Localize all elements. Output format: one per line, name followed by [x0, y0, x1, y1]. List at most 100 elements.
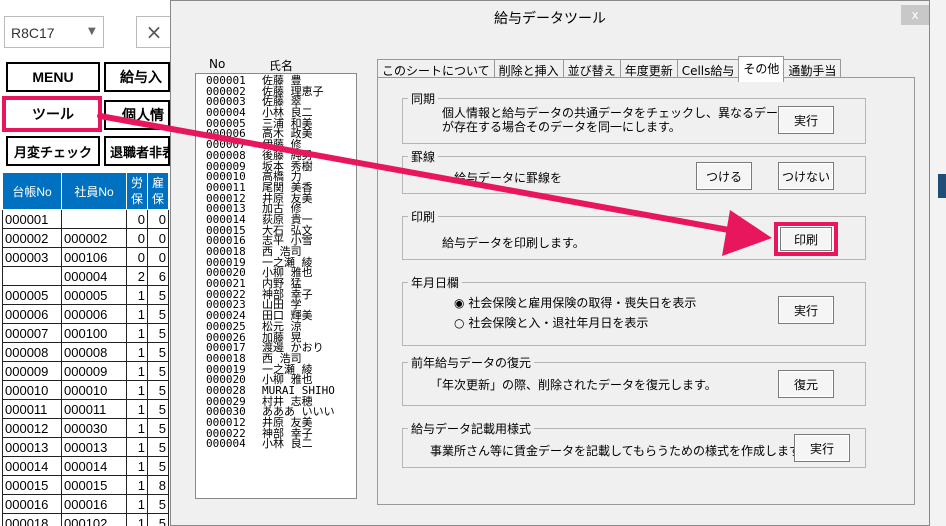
- border-on-button[interactable]: つける: [696, 162, 752, 190]
- tool-button[interactable]: ツール: [10, 101, 96, 127]
- cell-employee-no[interactable]: 000102: [61, 513, 127, 526]
- cell-employee-no[interactable]: 000011: [61, 399, 127, 419]
- cell-labor-insurance[interactable]: 1: [126, 513, 148, 526]
- form-run-button[interactable]: 実行: [794, 434, 850, 462]
- cell-employment-insurance[interactable]: 0: [147, 247, 169, 267]
- restore-button[interactable]: 復元: [778, 370, 834, 398]
- cell-labor-insurance[interactable]: 1: [126, 418, 148, 438]
- cell-labor-insurance[interactable]: 1: [126, 494, 148, 514]
- cell-employment-insurance[interactable]: 5: [147, 342, 169, 362]
- tab-other[interactable]: その他: [738, 56, 785, 82]
- table-row[interactable]: 000002 000002 0 0: [2, 228, 169, 248]
- date-run-button[interactable]: 実行: [778, 296, 834, 324]
- print-button[interactable]: 印刷: [780, 227, 832, 251]
- cell-ledger-no[interactable]: 000006: [2, 304, 62, 324]
- cell-labor-insurance[interactable]: 1: [126, 285, 148, 305]
- table-row[interactable]: 000010 000010 1 5: [2, 380, 169, 400]
- table-row[interactable]: 000007 000100 1 5: [2, 323, 169, 343]
- cell-ledger-no[interactable]: 000011: [2, 399, 62, 419]
- cell-employment-insurance[interactable]: 0: [147, 228, 169, 248]
- chevron-down-icon[interactable]: ▼: [88, 26, 96, 37]
- table-row[interactable]: 000001 0 0: [2, 209, 169, 229]
- cell-labor-insurance[interactable]: 2: [126, 266, 148, 286]
- radio-selected-icon[interactable]: ◉: [454, 296, 464, 310]
- cell-employee-no[interactable]: 000009: [61, 361, 127, 381]
- cell-ledger-no[interactable]: 000005: [2, 285, 62, 305]
- table-row[interactable]: 000008 000008 1 5: [2, 342, 169, 362]
- cell-labor-insurance[interactable]: 1: [126, 456, 148, 476]
- cell-employee-no[interactable]: 000015: [61, 475, 127, 495]
- list-item[interactable]: 000004 小林 良二: [206, 438, 356, 450]
- cell-ledger-no[interactable]: 000014: [2, 456, 62, 476]
- cell-ledger-no[interactable]: 000010: [2, 380, 62, 400]
- cell-labor-insurance[interactable]: 1: [126, 399, 148, 419]
- cell-employee-no[interactable]: 000006: [61, 304, 127, 324]
- cell-employee-no[interactable]: 000002: [61, 228, 127, 248]
- cell-labor-insurance[interactable]: 1: [126, 361, 148, 381]
- cell-ledger-no[interactable]: 000002: [2, 228, 62, 248]
- cell-employee-no[interactable]: 000010: [61, 380, 127, 400]
- cell-ledger-no[interactable]: 000016: [2, 494, 62, 514]
- table-row[interactable]: 000014 000014 1 5: [2, 456, 169, 476]
- cell-ledger-no[interactable]: 000007: [2, 323, 62, 343]
- cell-labor-insurance[interactable]: 1: [126, 437, 148, 457]
- cell-employee-no[interactable]: 000100: [61, 323, 127, 343]
- sync-run-button[interactable]: 実行: [778, 106, 834, 134]
- cell-employment-insurance[interactable]: 0: [147, 209, 169, 229]
- cell-employee-no[interactable]: 000008: [61, 342, 127, 362]
- table-row[interactable]: 000018 000102 1 5: [2, 513, 169, 526]
- cell-ledger-no[interactable]: [2, 266, 62, 286]
- cell-employment-insurance[interactable]: 5: [147, 418, 169, 438]
- salary-input-button[interactable]: 給与入: [104, 62, 170, 92]
- menu-button[interactable]: MENU: [6, 62, 100, 92]
- cell-labor-insurance[interactable]: 1: [126, 342, 148, 362]
- table-row[interactable]: 000015 000015 1 8: [2, 475, 169, 495]
- cell-labor-insurance[interactable]: 1: [126, 304, 148, 324]
- close-icon[interactable]: x: [901, 5, 929, 25]
- cell-labor-insurance[interactable]: 0: [126, 228, 148, 248]
- cell-employment-insurance[interactable]: 5: [147, 361, 169, 381]
- cell-employment-insurance[interactable]: 6: [147, 266, 169, 286]
- cell-employee-no[interactable]: 000106: [61, 247, 127, 267]
- personal-info-button[interactable]: 個人情: [104, 100, 170, 130]
- formula-cancel-icon[interactable]: ×: [136, 16, 172, 48]
- cell-labor-insurance[interactable]: 1: [126, 380, 148, 400]
- cell-labor-insurance[interactable]: 1: [126, 323, 148, 343]
- table-row[interactable]: 000012 000030 1 5: [2, 418, 169, 438]
- table-row[interactable]: 000003 000106 0 0: [2, 247, 169, 267]
- table-row[interactable]: 000004 2 6: [2, 266, 169, 286]
- cell-employment-insurance[interactable]: 5: [147, 399, 169, 419]
- table-row[interactable]: 000009 000009 1 5: [2, 361, 169, 381]
- cell-ledger-no[interactable]: 000013: [2, 437, 62, 457]
- cell-ledger-no[interactable]: 000003: [2, 247, 62, 267]
- employee-listbox[interactable]: 000001 佐藤 豊 000002 佐藤 理恵子 000003 佐藤 翠 000004 小林…: [195, 73, 357, 499]
- border-off-button[interactable]: つけない: [778, 162, 834, 190]
- cell-employment-insurance[interactable]: 5: [147, 456, 169, 476]
- cell-ledger-no[interactable]: 000008: [2, 342, 62, 362]
- cell-employment-insurance[interactable]: 5: [147, 323, 169, 343]
- cell-employee-no[interactable]: [61, 209, 127, 229]
- cell-employment-insurance[interactable]: 5: [147, 494, 169, 514]
- cell-labor-insurance[interactable]: 1: [126, 475, 148, 495]
- table-row[interactable]: 000016 000016 1 5: [2, 494, 169, 514]
- cell-employment-insurance[interactable]: 5: [147, 304, 169, 324]
- monthly-change-check-button[interactable]: 月変チェック: [6, 136, 100, 166]
- cell-ledger-no[interactable]: 000001: [2, 209, 62, 229]
- cell-employee-no[interactable]: 000004: [61, 266, 127, 286]
- cell-employment-insurance[interactable]: 8: [147, 475, 169, 495]
- cell-employee-no[interactable]: 000013: [61, 437, 127, 457]
- cell-labor-insurance[interactable]: 0: [126, 209, 148, 229]
- date-option-insurance-dates[interactable]: ◉ 社会保険と雇用保険の取得・喪失日を表示: [454, 294, 696, 311]
- cell-ledger-no[interactable]: 000012: [2, 418, 62, 438]
- cell-employee-no[interactable]: 000016: [61, 494, 127, 514]
- table-row[interactable]: 000011 000011 1 5: [2, 399, 169, 419]
- cell-employment-insurance[interactable]: 5: [147, 437, 169, 457]
- cell-employment-insurance[interactable]: 5: [147, 285, 169, 305]
- cell-employee-no[interactable]: 000030: [61, 418, 127, 438]
- cell-labor-insurance[interactable]: 0: [126, 247, 148, 267]
- date-option-hire-dates[interactable]: ○ 社会保険と入・退社年月日を表示: [454, 314, 648, 331]
- cell-ledger-no[interactable]: 000015: [2, 475, 62, 495]
- cell-employment-insurance[interactable]: 5: [147, 513, 169, 526]
- worksheet-grid[interactable]: 台帳No 社員No 労 保 雇 保 000001 0 0 000002 000002 0 0…: [2, 172, 170, 526]
- cell-employment-insurance[interactable]: 5: [147, 380, 169, 400]
